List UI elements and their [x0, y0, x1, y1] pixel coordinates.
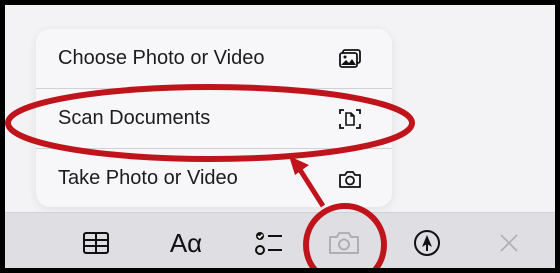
text-format-button[interactable]: Aα	[163, 226, 209, 260]
table-button[interactable]	[79, 226, 113, 260]
menu-item-label: Scan Documents	[58, 107, 211, 129]
camera-button[interactable]	[327, 226, 361, 260]
attachment-menu: Choose Photo or Video Scan Documents Tak…	[36, 29, 392, 207]
bottom-toolbar: Aα	[5, 212, 555, 268]
menu-item-choose-photo-or-video[interactable]: Choose Photo or Video	[36, 29, 392, 88]
close-button[interactable]	[492, 226, 526, 260]
text-format-icon: Aα	[169, 227, 203, 258]
camera-icon	[329, 232, 359, 254]
table-icon	[83, 232, 109, 254]
screenshot-frame: Choose Photo or Video Scan Documents Tak…	[0, 0, 560, 273]
markup-button[interactable]	[410, 226, 444, 260]
menu-item-label: Choose Photo or Video	[58, 47, 265, 69]
menu-item-scan-documents[interactable]: Scan Documents	[36, 89, 392, 148]
menu-item-label: Take Photo or Video	[58, 167, 238, 189]
menu-item-take-photo-or-video[interactable]: Take Photo or Video	[36, 149, 392, 207]
photo-library-icon	[338, 47, 362, 71]
camera-icon	[338, 167, 362, 191]
markup-pen-icon	[414, 230, 440, 256]
close-icon	[500, 234, 518, 252]
document-scan-icon	[338, 107, 362, 131]
checklist-icon	[255, 232, 282, 255]
checklist-button[interactable]	[252, 226, 286, 260]
